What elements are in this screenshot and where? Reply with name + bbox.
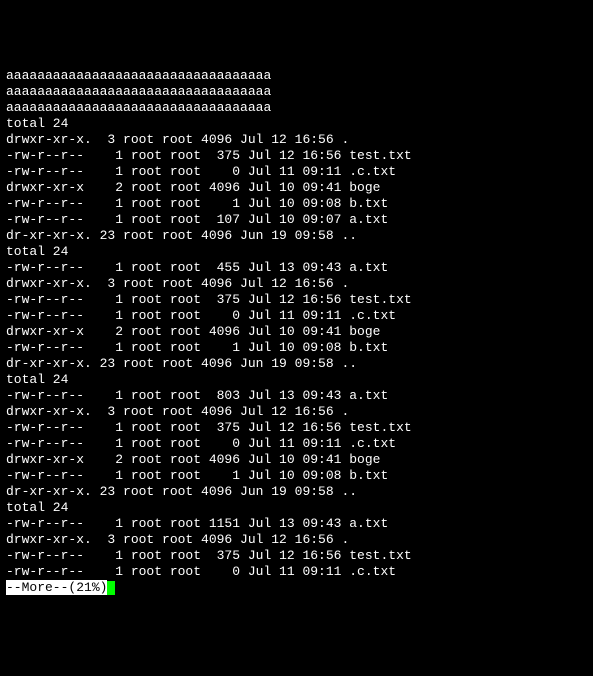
terminal-line: -rw-r--r-- 1 root root 455 Jul 13 09:43 … xyxy=(6,260,587,276)
terminal-line: aaaaaaaaaaaaaaaaaaaaaaaaaaaaaaaaaa xyxy=(6,84,587,100)
terminal-line: dr-xr-xr-x. 23 root root 4096 Jun 19 09:… xyxy=(6,484,587,500)
terminal-line: total 24 xyxy=(6,244,587,260)
terminal-line: -rw-r--r-- 1 root root 1 Jul 10 09:08 b.… xyxy=(6,340,587,356)
terminal-line: drwxr-xr-x 2 root root 4096 Jul 10 09:41… xyxy=(6,180,587,196)
terminal-line: drwxr-xr-x. 3 root root 4096 Jul 12 16:5… xyxy=(6,404,587,420)
more-label: --More--(21%) xyxy=(6,580,107,595)
cursor-icon xyxy=(107,581,115,595)
terminal-line: total 24 xyxy=(6,372,587,388)
terminal-line: -rw-r--r-- 1 root root 0 Jul 11 09:11 .c… xyxy=(6,436,587,452)
terminal-line: -rw-r--r-- 1 root root 0 Jul 11 09:11 .c… xyxy=(6,564,587,580)
terminal-line: drwxr-xr-x 2 root root 4096 Jul 10 09:41… xyxy=(6,324,587,340)
terminal-line: -rw-r--r-- 1 root root 107 Jul 10 09:07 … xyxy=(6,212,587,228)
terminal-line: -rw-r--r-- 1 root root 803 Jul 13 09:43 … xyxy=(6,388,587,404)
terminal-line: -rw-r--r-- 1 root root 375 Jul 12 16:56 … xyxy=(6,420,587,436)
terminal-line: aaaaaaaaaaaaaaaaaaaaaaaaaaaaaaaaaa xyxy=(6,100,587,116)
terminal-line: dr-xr-xr-x. 23 root root 4096 Jun 19 09:… xyxy=(6,356,587,372)
terminal-line: -rw-r--r-- 1 root root 1 Jul 10 09:08 b.… xyxy=(6,468,587,484)
terminal-line: drwxr-xr-x. 3 root root 4096 Jul 12 16:5… xyxy=(6,532,587,548)
terminal-line: -rw-r--r-- 1 root root 375 Jul 12 16:56 … xyxy=(6,292,587,308)
terminal-line: drwxr-xr-x 2 root root 4096 Jul 10 09:41… xyxy=(6,452,587,468)
terminal-line: -rw-r--r-- 1 root root 375 Jul 12 16:56 … xyxy=(6,148,587,164)
terminal-line: drwxr-xr-x. 3 root root 4096 Jul 12 16:5… xyxy=(6,276,587,292)
more-prompt[interactable]: --More--(21%) xyxy=(6,580,115,595)
terminal-line: drwxr-xr-x. 3 root root 4096 Jul 12 16:5… xyxy=(6,132,587,148)
terminal-line: dr-xr-xr-x. 23 root root 4096 Jun 19 09:… xyxy=(6,228,587,244)
terminal-line: total 24 xyxy=(6,500,587,516)
terminal-line: -rw-r--r-- 1 root root 0 Jul 11 09:11 .c… xyxy=(6,164,587,180)
terminal-line: aaaaaaaaaaaaaaaaaaaaaaaaaaaaaaaaaa xyxy=(6,68,587,84)
terminal-line: -rw-r--r-- 1 root root 375 Jul 12 16:56 … xyxy=(6,548,587,564)
terminal-line: -rw-r--r-- 1 root root 1151 Jul 13 09:43… xyxy=(6,516,587,532)
terminal-line: -rw-r--r-- 1 root root 1 Jul 10 09:08 b.… xyxy=(6,196,587,212)
terminal-line: total 24 xyxy=(6,116,587,132)
terminal-output: aaaaaaaaaaaaaaaaaaaaaaaaaaaaaaaaaaaaaaaa… xyxy=(6,68,587,596)
terminal-line: -rw-r--r-- 1 root root 0 Jul 11 09:11 .c… xyxy=(6,308,587,324)
